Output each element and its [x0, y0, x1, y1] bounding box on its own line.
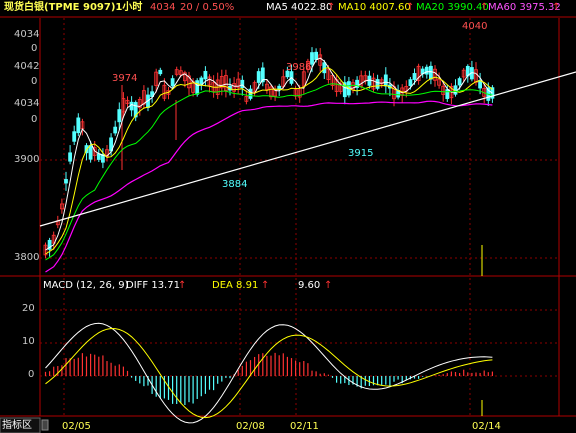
axis-label-3: 4042 — [14, 61, 40, 72]
candle-body — [375, 79, 380, 89]
candle-body — [195, 80, 200, 95]
macd-value: 9.60 — [298, 280, 321, 291]
scroll-left-icon[interactable] — [41, 419, 49, 431]
candle-body — [203, 70, 208, 80]
candle-body — [248, 88, 253, 99]
ma10-arrow: ↑ — [406, 2, 415, 13]
candle-body — [457, 78, 462, 86]
candle-body — [424, 66, 429, 75]
macd-value-arrow: ↑ — [324, 280, 333, 291]
last-price: 4034 — [150, 2, 176, 13]
annotation-3986: 3986 — [286, 62, 312, 73]
macd-dea-arrow: ↑ — [261, 280, 270, 291]
candle-body — [256, 71, 261, 83]
candle-body — [76, 117, 81, 134]
date-label-0208: 02/08 — [236, 421, 265, 432]
candle-body — [117, 109, 122, 123]
annotation-3915: 3915 — [348, 148, 374, 159]
macd-dea: DEA 8.91 — [212, 280, 259, 291]
candle-body — [383, 74, 388, 87]
indicator-tab[interactable]: 指标区 — [2, 420, 32, 432]
date-label-0211: 02/11 — [290, 421, 319, 432]
ma5-arrow: ↑ — [327, 2, 336, 13]
annotation-4040: 4040 — [462, 21, 488, 32]
candle-body — [72, 131, 77, 142]
candle-body — [88, 145, 93, 160]
macd-diff: DIFF 13.71 — [126, 280, 180, 291]
candle-body — [428, 65, 433, 80]
candle-body — [113, 126, 118, 134]
candle-body — [240, 79, 245, 89]
price-change: 20 / 0.50% — [180, 2, 235, 13]
ma10-label: MA10 4007.60 — [338, 2, 411, 13]
candle-body — [64, 179, 68, 184]
candle-body — [96, 153, 101, 160]
candle-body — [314, 51, 319, 60]
axis-label-1: 4034 — [14, 29, 40, 40]
ma60-label: MA60 3975.32 — [488, 2, 561, 13]
ma60-arrow: ↑ — [552, 2, 561, 13]
macd-level-0: 0 — [28, 369, 35, 380]
chart-title: 现货白银(TPME 9097)1小时 — [4, 2, 143, 13]
candle-body — [445, 89, 450, 99]
ma20-label: MA20 3990.40 — [416, 2, 489, 13]
annotation-3974: 3974 — [112, 73, 138, 84]
axis-label-3800: 3800 — [14, 252, 40, 263]
candle-body — [412, 73, 417, 80]
axis-label-4: 0 — [31, 76, 38, 87]
candle-body — [408, 79, 413, 87]
candle-body — [170, 78, 175, 87]
macd-level-20: 20 — [22, 303, 35, 314]
date-label-0205: 02/05 — [62, 421, 91, 432]
axis-label-5: 4034 — [14, 98, 40, 109]
macd-title: MACD (12, 26, 9) — [43, 280, 129, 291]
ma5-label: MA5 4022.80 — [266, 2, 333, 13]
macd-diff-arrow: ↑ — [178, 280, 187, 291]
axis-label-3900: 3900 — [14, 154, 40, 165]
annotation-3884: 3884 — [222, 179, 248, 190]
candle-body — [68, 152, 72, 162]
axis-label-6: 0 — [31, 114, 38, 125]
macd-level-10: 10 — [22, 336, 35, 347]
date-label-0214: 02/14 — [472, 421, 501, 432]
candle-body — [158, 69, 163, 75]
candle-body — [129, 101, 134, 111]
axis-label-2: 0 — [31, 43, 38, 54]
